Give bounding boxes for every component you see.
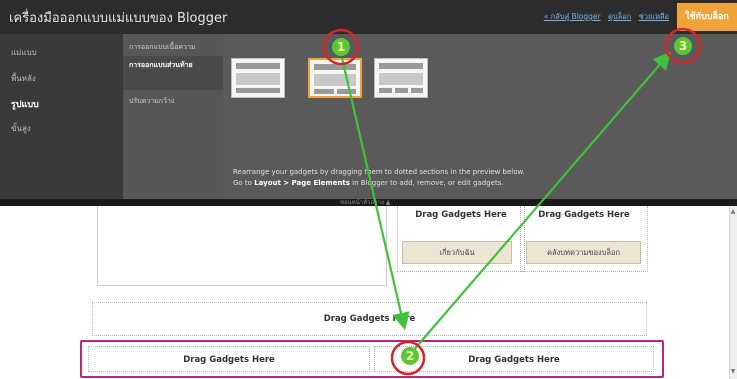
thumb-footer-col [314,89,334,94]
footer-column-2-drop-zone[interactable]: Drag Gadgets Here [374,346,654,372]
app-title: เครื่องมือออกแบบแม่แบบของ Blogger [9,11,228,26]
preview-scrollbar[interactable] [729,206,737,379]
subnav-adjust-widths[interactable]: ปรับความกว้าง [123,94,223,108]
gadget-blog-archive[interactable]: คลังบทความของบล็อก [526,241,641,264]
instructions-line-2: Go to Layout > Page Elements in Blogger … [233,178,525,189]
back-to-blogger-link[interactable]: « กลับสู่ Blogger [544,12,601,21]
instructions-path: Layout > Page Elements [254,179,350,187]
scroll-down-arrow-icon[interactable]: ▼ [729,368,737,375]
top-links: « กลับสู่ Blogger ดูบล็อก ช่วยเหลือ [539,11,669,23]
nav-item-background[interactable]: พื้นหลัง [11,72,36,85]
thumb-body [314,74,356,86]
drop-zone-title: Drag Gadgets Here [468,355,560,365]
drop-zone-title: Drag Gadgets Here [538,210,630,220]
hide-preview-toggle[interactable]: ซ่อนหน้าตัวอย่าง ▲ [340,199,390,206]
nav-item-templates[interactable]: แม่แบบ [11,46,37,59]
footer-drop-zone[interactable]: Drag Gadgets Here [92,302,647,336]
sidebar-drop-zone-1[interactable]: Drag Gadgets Here เกี่ยวกับฉัน [397,206,525,272]
subnav-body-layout[interactable]: การออกแบบเนื้อความ [123,40,223,54]
footer-layout-options: Rearrange your gadgets by dragging them … [223,34,737,199]
thumb-footer-col [395,88,408,93]
layout-thumbnail-two-column-footer[interactable] [308,58,362,98]
thumb-footer-col [379,88,392,93]
scroll-up-arrow-icon[interactable]: ▲ [729,208,737,215]
thumb-header [314,64,356,70]
instructions-line-1: Rearrange your gadgets by dragging them … [233,168,525,176]
layout-subnav: การออกแบบเนื้อความ การออกแบบส่วนท้าย ปรั… [123,34,223,199]
footer-columns-highlight: Drag Gadgets Here Drag Gadgets Here [80,340,664,378]
main-posts-area [97,206,387,286]
instructions-suffix: in Blogger to add, remove, or edit gadge… [349,179,504,187]
thumb-header [379,63,423,69]
drop-zone-title: Drag Gadgets Here [323,314,416,324]
thumb-header [236,63,280,69]
sidebar-drop-zone-2[interactable]: Drag Gadgets Here คลังบทความของบล็อก [520,206,648,272]
footer-column-1-drop-zone[interactable]: Drag Gadgets Here [88,346,370,372]
subnav-footer-layout[interactable]: การออกแบบส่วนท้าย [123,56,223,90]
instructions-prefix: Go to [233,179,255,187]
layout-preview: Drag Gadgets Here เกี่ยวกับฉัน Drag Gadg… [0,206,737,379]
instructions-text: Rearrange your gadgets by dragging them … [233,167,525,189]
thumb-body [379,73,423,85]
drop-zone-title: Drag Gadgets Here [183,355,275,365]
template-designer-panel: เครื่องมือออกแบบแม่แบบของ Blogger « กลับ… [0,0,737,206]
gadget-about-me[interactable]: เกี่ยวกับฉัน [402,241,512,264]
thumb-body [236,73,280,85]
thumb-footer-col [411,88,423,93]
nav-item-layout[interactable]: รูปแบบ [11,97,39,111]
layout-thumbnail-single-footer[interactable] [231,58,285,98]
drop-zone-title: Drag Gadgets Here [415,210,507,220]
layout-thumbnail-three-column-footer[interactable] [374,58,428,98]
view-blog-link[interactable]: ดูบล็อก [608,12,631,21]
nav-item-advanced[interactable]: ขั้นสูง [11,122,31,135]
help-link[interactable]: ช่วยเหลือ [639,12,669,21]
apply-to-blog-button[interactable]: ใช้กับบล็อก [677,3,737,31]
designer-nav: แม่แบบ พื้นหลัง รูปแบบ ขั้นสูง [0,34,123,199]
title-bar: เครื่องมือออกแบบแม่แบบของ Blogger « กลับ… [0,0,737,34]
thumb-footer-col [337,89,356,94]
thumb-footer [236,88,280,93]
